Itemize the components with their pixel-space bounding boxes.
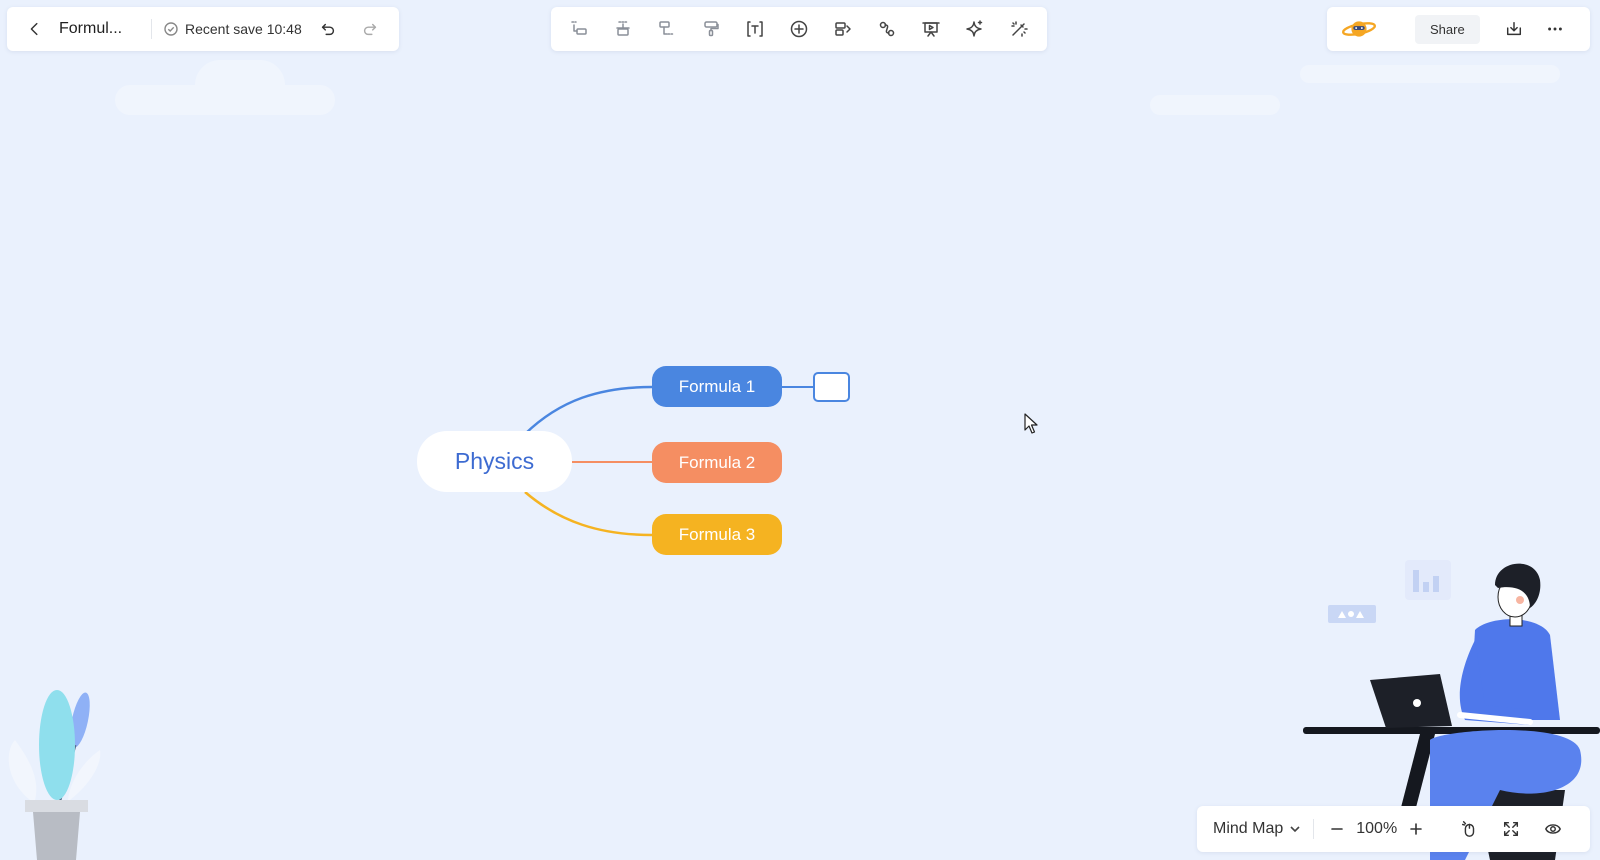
mouse-icon	[1462, 821, 1475, 837]
status-bar: Mind Map 100%	[1197, 806, 1590, 852]
topic-formula-3[interactable]: Formula 3	[652, 514, 782, 555]
fullscreen-icon	[1504, 821, 1519, 837]
topic-formula-1[interactable]: Formula 1	[652, 366, 782, 407]
eye-icon	[1545, 824, 1562, 834]
connector-formula-3	[524, 491, 653, 537]
topic-formula-2[interactable]: Formula 2	[652, 442, 782, 483]
mouse-cursor-icon	[1024, 413, 1038, 434]
new-subtopic-input[interactable]	[813, 372, 850, 402]
mouse-mode-button[interactable]	[1455, 815, 1483, 843]
zoom-control: 100%	[1326, 815, 1427, 843]
divider	[1313, 819, 1315, 839]
connector-formula-1	[524, 385, 653, 435]
plus-icon	[1410, 823, 1422, 835]
zoom-in-button[interactable]	[1405, 815, 1427, 843]
minus-icon	[1331, 828, 1344, 830]
plant-illustration	[8, 690, 101, 860]
fit-screen-button[interactable]	[1497, 815, 1525, 843]
chevron-down-icon	[1290, 826, 1300, 833]
map-type-select[interactable]: Mind Map	[1213, 820, 1301, 838]
map-type-label: Mind Map	[1213, 820, 1284, 837]
zoom-out-button[interactable]	[1326, 815, 1348, 843]
preview-button[interactable]	[1539, 815, 1567, 843]
central-topic[interactable]: Physics	[417, 431, 572, 492]
zoom-level: 100%	[1356, 820, 1398, 837]
